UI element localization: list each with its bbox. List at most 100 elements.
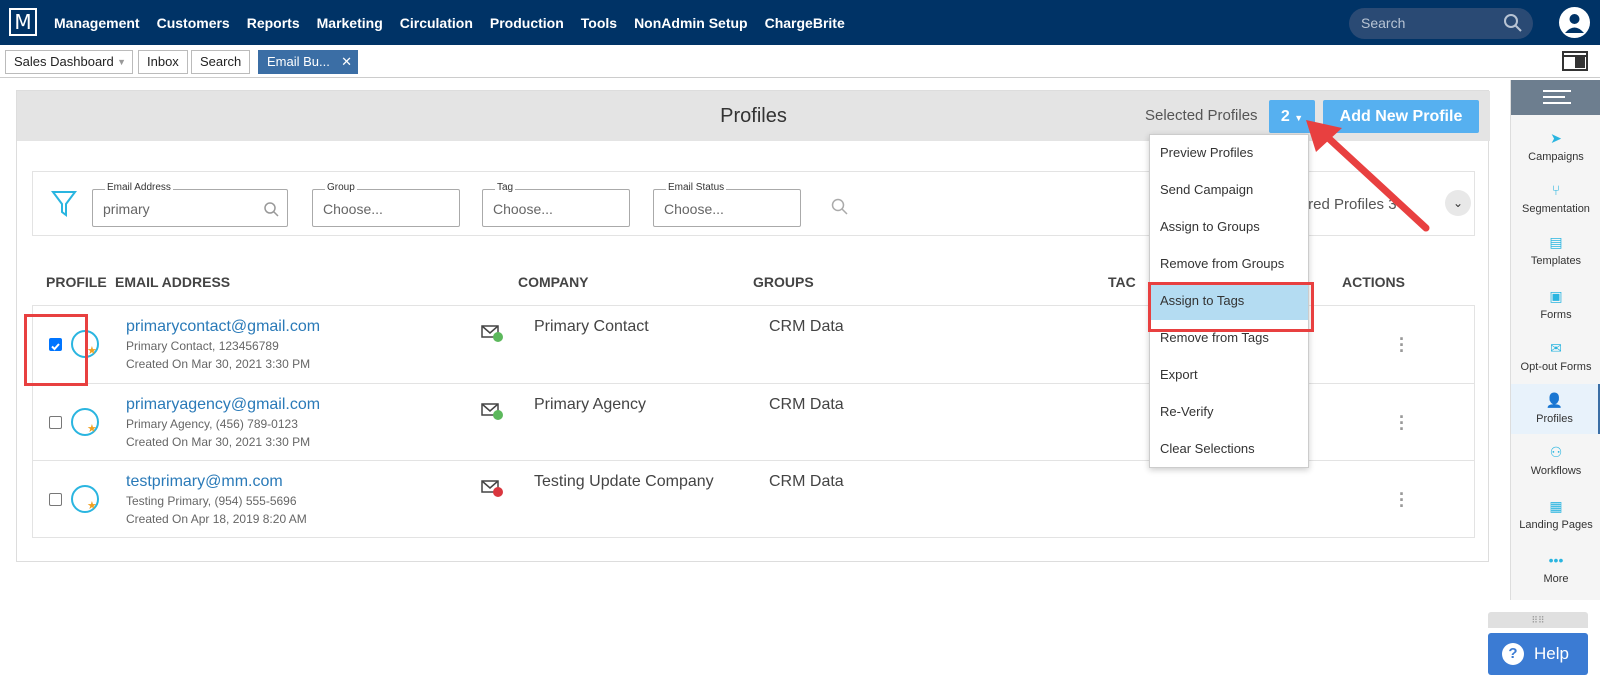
global-search-input[interactable]: Search [1349, 8, 1533, 39]
highlight-assign-to-tags [1148, 282, 1314, 332]
email-status-filter[interactable]: Email Status Choose... [653, 182, 801, 227]
row-checkbox[interactable] [49, 416, 62, 429]
close-icon[interactable]: ✕ [341, 51, 352, 73]
sidebar-item-more[interactable]: ••• More [1511, 544, 1600, 594]
menu-icon [1543, 90, 1571, 104]
sidebar-label: Campaigns [1528, 151, 1584, 163]
tab-search[interactable]: Search [191, 50, 251, 74]
sidebar-label: Templates [1530, 255, 1582, 267]
main-menu: Management Customers Reports Marketing C… [54, 0, 862, 45]
help-label: Help [1534, 644, 1569, 663]
sidebar-label: Opt-out Forms [1520, 361, 1592, 373]
menu-management[interactable]: Management [54, 15, 140, 31]
sidebar-label: Segmentation [1522, 203, 1590, 215]
sidebar-label: Workflows [1530, 465, 1582, 477]
row-checkbox[interactable] [49, 493, 62, 506]
menu-marketing[interactable]: Marketing [317, 15, 383, 31]
menu-item-assign-to-groups[interactable]: Assign to Groups [1150, 209, 1308, 246]
top-nav: M Management Customers Reports Marketing… [0, 0, 1600, 45]
sidebar-label: Forms [1540, 309, 1572, 321]
col-tags[interactable]: TAC [1108, 274, 1136, 290]
chevron-down-icon[interactable]: ▼ [117, 51, 126, 73]
menu-nonadmin-setup[interactable]: NonAdmin Setup [634, 15, 748, 31]
tab-inbox[interactable]: Inbox [138, 50, 188, 74]
forms-icon: ▣ [1549, 288, 1563, 304]
menu-tools[interactable]: Tools [581, 15, 617, 31]
more-actions-icon[interactable]: · · · [1399, 408, 1405, 438]
filter-icon[interactable] [51, 190, 77, 218]
search-icon[interactable] [1503, 13, 1523, 33]
sidebar-item-optout-forms[interactable]: ✉ Opt-out Forms [1511, 332, 1600, 382]
menu-customers[interactable]: Customers [157, 15, 230, 31]
tab-email-builder[interactable]: Email Bu... ✕ [258, 50, 358, 74]
workflow-icon: ⚇ [1549, 444, 1563, 460]
tag-filter[interactable]: Tag Choose... [482, 182, 630, 227]
menu-item-clear-selections[interactable]: Clear Selections [1150, 431, 1308, 468]
tab-sales-dashboard[interactable]: Sales Dashboard ▼ [5, 50, 133, 74]
sidebar-item-forms[interactable]: ▣ Forms [1511, 280, 1600, 330]
templates-icon: ▤ [1549, 234, 1563, 250]
email-filter-label: Email Address [105, 182, 173, 193]
menu-item-remove-from-groups[interactable]: Remove from Groups [1150, 246, 1308, 283]
profile-icon[interactable]: ★ [71, 408, 99, 436]
sidebar-toggle[interactable] [1511, 80, 1600, 115]
menu-item-preview-profiles[interactable]: Preview Profiles [1150, 135, 1308, 172]
groups-cell: CRM Data [769, 473, 844, 490]
menu-reports[interactable]: Reports [247, 15, 300, 31]
group-filter[interactable]: Group Choose... [312, 182, 460, 227]
search-icon[interactable] [263, 201, 279, 217]
sidebar-item-workflows[interactable]: ⚇ Workflows [1511, 436, 1600, 486]
tab-bar: Sales Dashboard ▼ Inbox Search Email Bu..… [0, 45, 1600, 78]
sidebar-label: Profiles [1536, 413, 1573, 425]
tab-label: Sales Dashboard [14, 54, 114, 69]
more-dots-icon: ••• [1548, 552, 1564, 568]
more-actions-icon[interactable]: · · · [1399, 485, 1405, 515]
profile-email-link[interactable]: testprimary@mm.com [126, 473, 283, 491]
status-filter-label: Email Status [666, 182, 727, 193]
search-placeholder: Search [1361, 15, 1406, 31]
menu-circulation[interactable]: Circulation [400, 15, 473, 31]
email-address-filter[interactable]: Email Address primary [92, 182, 288, 227]
more-actions-icon[interactable]: · · · [1399, 330, 1405, 360]
profile-icon: 👤 [1545, 392, 1564, 408]
search-icon[interactable] [831, 198, 849, 216]
selected-count: 2 [1280, 108, 1290, 125]
groups-cell: CRM Data [769, 396, 844, 413]
col-groups[interactable]: GROUPS [753, 274, 814, 290]
drag-handle[interactable]: ⠿⠿ [1488, 612, 1588, 628]
highlight-checkbox [24, 314, 88, 386]
sidebar-label: Landing Pages [1519, 519, 1593, 531]
sidebar-item-profiles[interactable]: 👤 Profiles [1511, 384, 1600, 434]
app-logo[interactable]: M [9, 8, 37, 36]
segmentation-icon: ⑂ [1551, 182, 1561, 198]
email-verified-icon [481, 325, 503, 342]
profile-created: Created On Apr 18, 2019 8:20 AM [126, 512, 307, 526]
profile-email-link[interactable]: primarycontact@gmail.com [126, 318, 320, 336]
menu-chargebrite[interactable]: ChargeBrite [765, 15, 845, 31]
profile-email-link[interactable]: primaryagency@gmail.com [126, 396, 320, 414]
profile-icon[interactable]: ★ [71, 485, 99, 513]
menu-item-send-campaign[interactable]: Send Campaign [1150, 172, 1308, 209]
group-filter-placeholder: Choose... [323, 201, 383, 217]
col-actions: ACTIONS [1342, 274, 1405, 290]
menu-item-re-verify[interactable]: Re-Verify [1150, 394, 1308, 431]
profile-details: Primary Contact, 123456789 [126, 339, 279, 353]
menu-production[interactable]: Production [490, 15, 564, 31]
sidebar-label: More [1543, 573, 1569, 585]
help-button[interactable]: ? Help [1488, 633, 1588, 675]
user-icon [1565, 14, 1584, 33]
sidebar-item-segmentation[interactable]: ⑂ Segmentation [1511, 174, 1600, 224]
col-email-address[interactable]: EMAIL ADDRESS [115, 274, 230, 290]
sidebar-item-landing-pages[interactable]: ▦ Landing Pages [1511, 490, 1600, 540]
menu-item-export[interactable]: Export [1150, 357, 1308, 394]
col-profile[interactable]: PROFILE [46, 274, 107, 290]
col-company[interactable]: COMPANY [518, 274, 589, 290]
user-avatar[interactable] [1559, 7, 1590, 38]
layout-icon[interactable] [1562, 51, 1588, 71]
profile-details: Primary Agency, (456) 789-0123 [126, 417, 298, 431]
profile-details: Testing Primary, (954) 555-5696 [126, 494, 297, 508]
sidebar-item-campaigns[interactable]: ➤ Campaigns [1511, 122, 1600, 172]
chevron-down-icon[interactable]: ⌄ [1445, 190, 1471, 216]
group-filter-label: Group [325, 182, 357, 193]
sidebar-item-templates[interactable]: ▤ Templates [1511, 226, 1600, 276]
